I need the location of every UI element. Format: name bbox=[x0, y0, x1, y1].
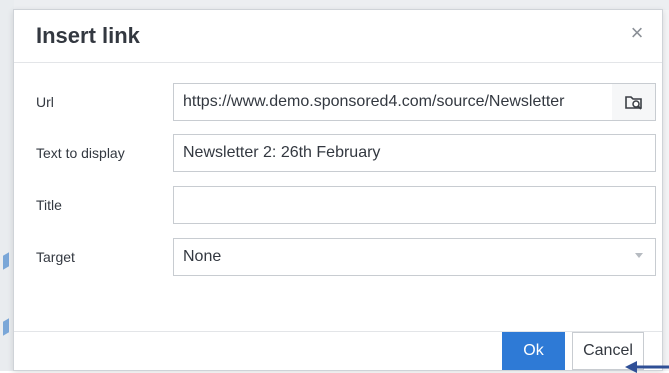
target-selected-value: None bbox=[183, 248, 222, 265]
arrow-pointer-icon bbox=[625, 361, 669, 373]
text-to-display-label: Text to display bbox=[36, 145, 125, 161]
insert-link-dialog: Insert link × Url Text to display Title … bbox=[13, 9, 663, 371]
title-label: Title bbox=[36, 197, 62, 213]
close-icon[interactable]: × bbox=[626, 22, 648, 44]
browse-button[interactable] bbox=[612, 83, 656, 121]
editor-left-edge bbox=[0, 0, 14, 371]
title-input[interactable] bbox=[173, 186, 656, 224]
editor-mark bbox=[3, 318, 9, 336]
dialog-header: Insert link × bbox=[14, 10, 662, 63]
url-row: Url bbox=[14, 83, 662, 123]
chevron-down-icon bbox=[635, 253, 643, 258]
folder-search-icon bbox=[625, 96, 642, 110]
text-to-display-input[interactable] bbox=[173, 134, 656, 172]
title-row: Title bbox=[14, 186, 662, 226]
target-row: Target None bbox=[14, 238, 662, 278]
target-label: Target bbox=[36, 249, 75, 265]
dialog-title: Insert link bbox=[36, 23, 140, 48]
text-to-display-row: Text to display bbox=[14, 134, 662, 174]
url-input[interactable] bbox=[173, 83, 613, 121]
ok-button[interactable]: Ok bbox=[502, 332, 565, 370]
target-select[interactable]: None bbox=[173, 238, 656, 276]
url-label: Url bbox=[36, 94, 54, 110]
editor-mark bbox=[3, 252, 9, 270]
